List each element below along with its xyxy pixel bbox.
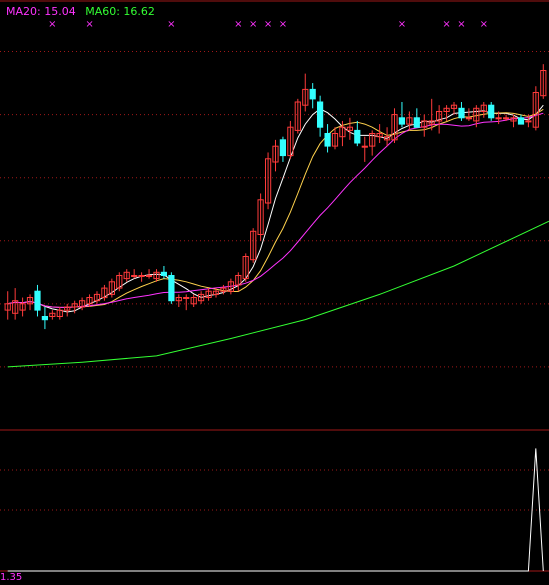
candle-body-down xyxy=(34,290,41,311)
signal-marker: × xyxy=(167,19,175,30)
candle xyxy=(465,108,472,121)
candle xyxy=(168,272,175,304)
candle-body-down xyxy=(309,88,316,100)
candle xyxy=(4,291,11,320)
candle xyxy=(56,307,63,320)
candle xyxy=(41,307,48,330)
price-chart: × × × × × × × × × × × xyxy=(0,0,549,572)
candle xyxy=(235,272,242,292)
candle xyxy=(384,127,391,147)
candle-body-down xyxy=(517,117,525,125)
candle-body-down xyxy=(324,133,331,147)
candle-body-down xyxy=(279,139,286,157)
signal-marker: × xyxy=(480,19,488,30)
candle xyxy=(19,297,26,317)
candle xyxy=(272,139,279,172)
candle xyxy=(145,269,153,279)
signal-marker: × xyxy=(264,19,272,30)
ma_mid-line xyxy=(7,108,544,308)
candle xyxy=(488,102,495,121)
candle-body-down xyxy=(41,316,48,321)
candle xyxy=(108,278,116,298)
candle-body-down xyxy=(168,275,175,302)
candle-body-up xyxy=(183,297,190,299)
candle-body-down xyxy=(354,129,361,144)
signal-marker: × xyxy=(442,19,450,30)
candle xyxy=(250,228,257,263)
candle-body-down xyxy=(458,107,465,119)
signal-marker: × xyxy=(48,19,56,30)
candle xyxy=(517,114,525,125)
candle xyxy=(450,102,458,115)
candle-body-up xyxy=(131,275,138,277)
candle-body-down xyxy=(413,117,420,128)
candle xyxy=(376,124,383,143)
candle xyxy=(480,102,487,118)
candle xyxy=(160,266,168,279)
ma60-line xyxy=(7,220,549,368)
candle xyxy=(309,83,316,109)
candle xyxy=(49,310,56,320)
indicator-bottom-value: 1.35 xyxy=(0,572,23,583)
candle-body-up xyxy=(145,275,153,277)
candle xyxy=(361,136,368,162)
candle xyxy=(406,111,413,131)
ma60-legend-label: MA60: 16.62 xyxy=(85,5,155,18)
candle-body-down xyxy=(160,271,168,276)
candlesticks xyxy=(4,64,547,330)
candle-body-up xyxy=(525,120,532,123)
candle xyxy=(116,272,123,292)
candle xyxy=(540,64,547,99)
signal-markers: × × × × × × × × × × × xyxy=(48,19,488,30)
candle-body-up xyxy=(138,275,145,277)
candle xyxy=(242,253,249,282)
candle xyxy=(458,102,465,121)
candle-body-up xyxy=(361,145,368,148)
moving-average-lines xyxy=(7,104,549,368)
ma20-legend-label: MA20: 15.04 xyxy=(6,5,76,18)
candle-body-up xyxy=(503,117,510,120)
candle-body-up xyxy=(495,117,502,120)
candle xyxy=(265,152,272,210)
candle xyxy=(131,269,138,279)
signal-marker: × xyxy=(249,19,257,30)
grid-lines xyxy=(0,0,549,572)
candle xyxy=(257,193,264,241)
candle-body-down xyxy=(317,101,324,128)
candle xyxy=(532,86,539,131)
candle-body-down xyxy=(488,104,495,119)
candle xyxy=(317,95,324,137)
ma-legend: MA20: 15.04 MA60: 16.62 xyxy=(6,5,161,18)
signal-marker: × xyxy=(398,19,406,30)
candle-body-down xyxy=(398,117,405,125)
candle xyxy=(279,136,286,162)
candle xyxy=(205,288,212,301)
ma_fast-line xyxy=(7,104,544,313)
signal-marker: × xyxy=(234,19,242,30)
candle xyxy=(294,98,301,134)
candle xyxy=(413,108,420,128)
candle xyxy=(123,269,130,282)
signal-marker: × xyxy=(85,19,93,30)
candle xyxy=(421,114,428,137)
candle xyxy=(34,284,41,317)
candle xyxy=(354,120,361,147)
candle xyxy=(324,124,331,153)
candle xyxy=(183,294,190,311)
candle xyxy=(346,117,353,140)
candle xyxy=(64,303,71,317)
candle xyxy=(175,294,182,307)
signal-marker: × xyxy=(457,19,465,30)
candle xyxy=(369,130,376,156)
candle xyxy=(12,288,19,320)
candle xyxy=(190,294,197,307)
signal-marker: × xyxy=(279,19,287,30)
candle-body-up xyxy=(465,117,472,120)
candle xyxy=(302,73,309,112)
